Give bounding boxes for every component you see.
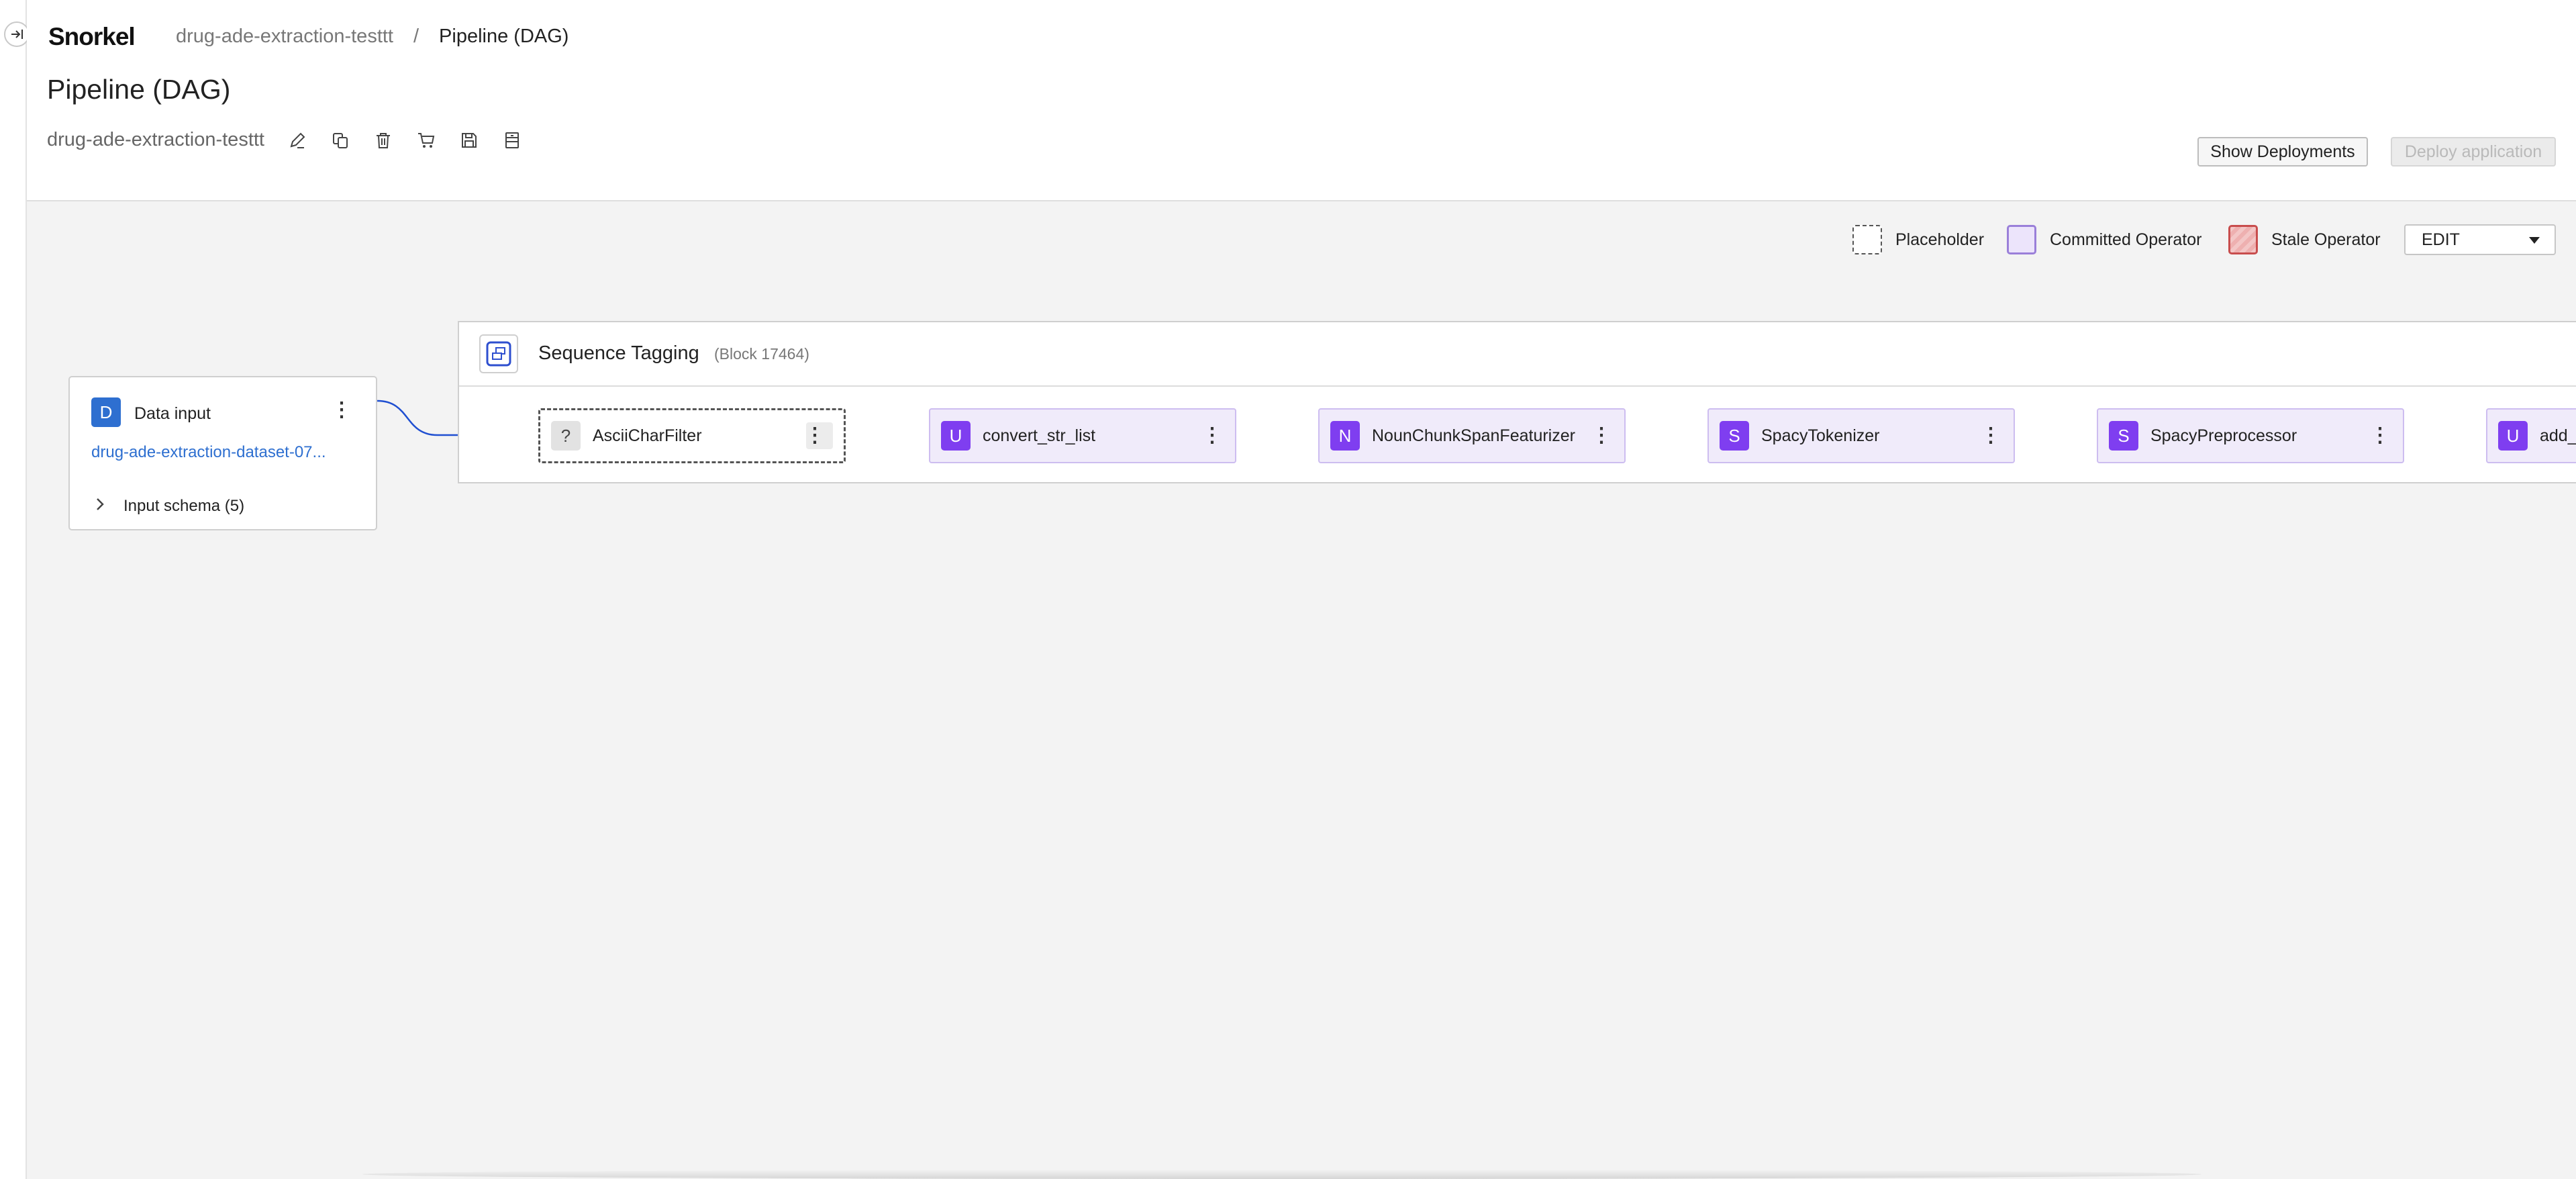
- operator-node[interactable]: U convert_str_list ⋮: [929, 408, 1236, 463]
- operator-badge: S: [1720, 421, 1749, 451]
- operator-menu-icon[interactable]: ⋮: [2367, 426, 2393, 446]
- operator-name: convert_str_list: [983, 426, 1096, 445]
- operator-node[interactable]: S SpacyTokenizer ⋮: [1707, 408, 2015, 463]
- mode-select[interactable]: EDIT: [2404, 224, 2556, 255]
- operator-badge: N: [1330, 421, 1360, 451]
- operator-badge: U: [941, 421, 971, 451]
- block-header: Sequence Tagging (Block 17464): [459, 322, 2576, 387]
- operator-badge: U: [2498, 421, 2528, 451]
- operator-badge: ?: [551, 421, 581, 451]
- operator-name: add_: [2540, 426, 2576, 445]
- side-rail: [0, 0, 30, 1179]
- application-name: drug-ade-extraction-testtt: [47, 129, 264, 150]
- archive-icon[interactable]: [502, 130, 522, 150]
- copy-icon[interactable]: [330, 130, 350, 150]
- legend-stale: Stale Operator: [2228, 223, 2381, 256]
- mode-select-value: EDIT: [2422, 230, 2460, 249]
- edit-icon[interactable]: [287, 130, 307, 150]
- placeholder-swatch: [1852, 225, 1882, 254]
- operator-name: SpacyPreprocessor: [2150, 426, 2297, 445]
- breadcrumb-current: Pipeline (DAG): [439, 26, 569, 47]
- operator-name: AsciiCharFilter: [593, 426, 702, 445]
- application-toolbar: drug-ade-extraction-testtt: [47, 129, 545, 151]
- legend-placeholder: Placeholder: [1852, 223, 1984, 256]
- operator-node-placeholder[interactable]: ? AsciiCharFilter ⋮: [538, 408, 846, 463]
- expand-icon: [11, 30, 23, 39]
- bottom-scroll-shadow: [362, 1170, 2201, 1179]
- operator-node[interactable]: U add_: [2486, 408, 2576, 463]
- page-title: Pipeline (DAG): [47, 74, 231, 105]
- data-input-menu-icon[interactable]: ⋮: [332, 400, 352, 420]
- block-type-icon[interactable]: [479, 334, 518, 373]
- cart-icon[interactable]: [416, 130, 436, 150]
- caret-down-icon: [2529, 237, 2540, 244]
- data-input-badge: D: [91, 397, 121, 427]
- operator-menu-icon[interactable]: ⋮: [1588, 426, 1615, 446]
- stale-swatch: [2228, 225, 2258, 254]
- legend-committed: Committed Operator: [2007, 223, 2201, 256]
- breadcrumb: drug-ade-extraction-testtt / Pipeline (D…: [176, 26, 568, 48]
- expand-sidebar-button[interactable]: [4, 21, 30, 47]
- operator-menu-icon[interactable]: ⋮: [1977, 426, 2004, 446]
- data-input-title: Data input: [134, 404, 211, 423]
- snorkel-logo[interactable]: Snorkel: [48, 23, 136, 51]
- breadcrumb-separator: /: [413, 26, 419, 47]
- operator-menu-icon[interactable]: ⋮: [1199, 426, 1226, 446]
- operator-badge: S: [2109, 421, 2138, 451]
- breadcrumb-project-link[interactable]: drug-ade-extraction-testtt: [176, 26, 393, 48]
- operator-name: NounChunkSpanFeaturizer: [1372, 426, 1575, 445]
- deploy-application-button[interactable]: Deploy application: [2391, 137, 2556, 167]
- chevron-right-icon[interactable]: [95, 497, 105, 515]
- legend-placeholder-label: Placeholder: [1895, 230, 1985, 249]
- input-schema-toggle[interactable]: Input schema (5): [123, 497, 244, 516]
- block-title: Sequence Tagging: [538, 342, 699, 364]
- operator-name: SpacyTokenizer: [1761, 426, 1880, 445]
- legend-stale-label: Stale Operator: [2271, 230, 2381, 249]
- operator-node[interactable]: N NounChunkSpanFeaturizer ⋮: [1318, 408, 1626, 463]
- block-subtitle: (Block 17464): [714, 345, 809, 363]
- delete-icon[interactable]: [373, 130, 393, 150]
- dataset-link[interactable]: drug-ade-extraction-dataset-07...: [91, 443, 326, 462]
- data-input-node[interactable]: D Data input ⋮ drug-ade-extraction-datas…: [68, 376, 377, 530]
- operator-node[interactable]: S SpacyPreprocessor ⋮: [2097, 408, 2404, 463]
- show-deployments-button[interactable]: Show Deployments: [2197, 137, 2368, 167]
- committed-swatch: [2007, 225, 2036, 254]
- save-icon[interactable]: [459, 130, 479, 150]
- page-header: Snorkel drug-ade-extraction-testtt / Pip…: [27, 0, 2576, 201]
- legend-committed-label: Committed Operator: [2050, 230, 2202, 249]
- operator-menu-icon[interactable]: ⋮: [805, 422, 833, 449]
